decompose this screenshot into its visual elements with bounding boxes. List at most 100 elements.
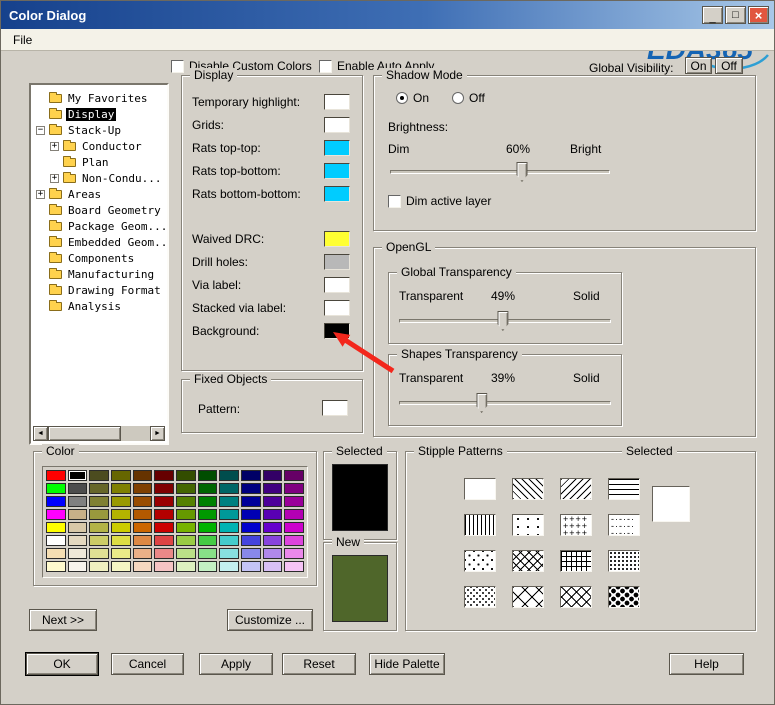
palette-color-swatch[interactable] (219, 470, 239, 481)
display-color-swatch[interactable] (324, 117, 350, 133)
display-color-swatch[interactable] (324, 300, 350, 316)
stipple-pattern-horizontal-lines[interactable] (608, 478, 640, 500)
palette-color-swatch[interactable] (284, 509, 304, 520)
stipple-pattern-dense-dots[interactable] (608, 550, 640, 572)
scroll-right-icon[interactable]: ► (150, 426, 165, 441)
dim-active-layer-checkbox[interactable]: Dim active layer (388, 194, 491, 208)
palette-color-swatch[interactable] (240, 561, 261, 572)
tree-hscrollbar[interactable]: ◄ ► (33, 426, 165, 441)
tree-item-package-geom-[interactable]: Package Geom... (33, 218, 165, 234)
palette-color-swatch[interactable] (110, 561, 131, 572)
palette-color-swatch[interactable] (67, 561, 88, 572)
palette-color-swatch[interactable] (197, 509, 218, 520)
palette-color-swatch[interactable] (46, 496, 66, 507)
display-color-swatch[interactable] (324, 163, 350, 179)
cancel-button[interactable]: Cancel (111, 653, 184, 675)
palette-color-swatch[interactable] (175, 548, 196, 559)
palette-color-swatch[interactable] (262, 496, 283, 507)
palette-color-swatch[interactable] (240, 548, 261, 559)
palette-color-swatch[interactable] (110, 548, 131, 559)
display-color-swatch[interactable] (324, 186, 350, 202)
stipple-pattern-solid[interactable] (464, 478, 496, 500)
tree-expander-icon[interactable]: + (50, 173, 59, 183)
checkbox-box-icon[interactable] (171, 59, 184, 73)
palette-color-swatch[interactable] (154, 496, 174, 507)
palette-color-swatch[interactable] (110, 496, 131, 507)
tree-item-manufacturing[interactable]: Manufacturing (33, 266, 165, 282)
palette-color-swatch[interactable] (154, 561, 174, 572)
palette-color-swatch[interactable] (219, 522, 239, 533)
tree-item-board-geometry[interactable]: Board Geometry (33, 202, 165, 218)
help-button[interactable]: Help (669, 653, 744, 675)
next-button[interactable]: Next >> (29, 609, 97, 631)
stipple-pattern-sparse-dots[interactable] (512, 514, 544, 536)
slider-track[interactable] (399, 401, 611, 405)
palette-color-swatch[interactable] (240, 522, 261, 533)
palette-color-swatch[interactable] (284, 483, 304, 494)
tree-item-non-condu-[interactable]: + Non-Condu... (33, 170, 165, 186)
display-color-swatch[interactable] (324, 254, 350, 270)
palette-color-swatch[interactable] (67, 470, 88, 481)
palette-color-swatch[interactable] (89, 548, 109, 559)
global-visibility-on-button[interactable]: On (685, 57, 712, 74)
palette-color-swatch[interactable] (262, 548, 283, 559)
tree-expander-icon[interactable]: + (50, 141, 59, 151)
palette-color-swatch[interactable] (197, 483, 218, 494)
ok-button[interactable]: OK (26, 653, 98, 675)
palette-color-swatch[interactable] (262, 470, 283, 481)
shadow-on-radio[interactable] (396, 92, 408, 104)
stipple-pattern-vertical-lines[interactable] (464, 514, 496, 536)
brightness-slider[interactable] (390, 162, 610, 182)
global-transparency-slider[interactable] (399, 311, 611, 331)
pattern-color-swatch[interactable] (322, 400, 348, 416)
palette-color-swatch[interactable] (175, 509, 196, 520)
palette-color-swatch[interactable] (89, 509, 109, 520)
palette-color-swatch[interactable] (175, 522, 196, 533)
palette-color-swatch[interactable] (284, 496, 304, 507)
palette-color-swatch[interactable] (197, 496, 218, 507)
palette-color-swatch[interactable] (154, 470, 174, 481)
palette-color-swatch[interactable] (197, 561, 218, 572)
shadow-on-option[interactable]: On (396, 91, 429, 105)
tree-item-plan[interactable]: Plan (33, 154, 165, 170)
tree-item-stack-up[interactable]: − Stack-Up (33, 122, 165, 138)
checkbox-box-icon[interactable] (319, 59, 332, 73)
palette-color-swatch[interactable] (175, 535, 196, 546)
palette-color-swatch[interactable] (46, 535, 66, 546)
palette-color-swatch[interactable] (219, 561, 239, 572)
display-color-swatch[interactable] (324, 94, 350, 110)
palette-color-swatch[interactable] (67, 535, 88, 546)
palette-color-swatch[interactable] (132, 548, 153, 559)
menu-file[interactable]: File (13, 33, 32, 47)
display-color-swatch[interactable] (324, 231, 350, 247)
stipple-pattern-diamond-open[interactable] (512, 586, 544, 608)
palette-color-swatch[interactable] (46, 470, 66, 481)
display-color-swatch[interactable] (324, 140, 350, 156)
palette-color-swatch[interactable] (46, 522, 66, 533)
palette-color-swatch[interactable] (219, 535, 239, 546)
palette-color-swatch[interactable] (262, 483, 283, 494)
stipple-pattern-diagonal-down[interactable] (512, 478, 544, 500)
palette-color-swatch[interactable] (89, 483, 109, 494)
tree-item-areas[interactable]: + Areas (33, 186, 165, 202)
palette-color-swatch[interactable] (219, 509, 239, 520)
tree-item-display[interactable]: Display (33, 106, 165, 122)
close-button[interactable]: × (748, 6, 769, 24)
palette-color-swatch[interactable] (175, 496, 196, 507)
palette-color-swatch[interactable] (132, 483, 153, 494)
palette-color-swatch[interactable] (132, 496, 153, 507)
palette-color-swatch[interactable] (219, 483, 239, 494)
titlebar[interactable]: Color Dialog _ □ × (1, 1, 774, 29)
palette-color-swatch[interactable] (240, 483, 261, 494)
palette-color-swatch[interactable] (154, 522, 174, 533)
palette-color-swatch[interactable] (132, 535, 153, 546)
stipple-pattern-diagonal-dots[interactable] (464, 550, 496, 572)
maximize-button[interactable]: □ (725, 6, 746, 24)
palette-color-swatch[interactable] (110, 522, 131, 533)
palette-color-swatch[interactable] (175, 561, 196, 572)
palette-color-swatch[interactable] (175, 483, 196, 494)
palette-color-swatch[interactable] (67, 509, 88, 520)
display-color-swatch[interactable] (324, 277, 350, 293)
tree-expander-icon[interactable]: − (36, 125, 45, 135)
palette-color-swatch[interactable] (110, 535, 131, 546)
